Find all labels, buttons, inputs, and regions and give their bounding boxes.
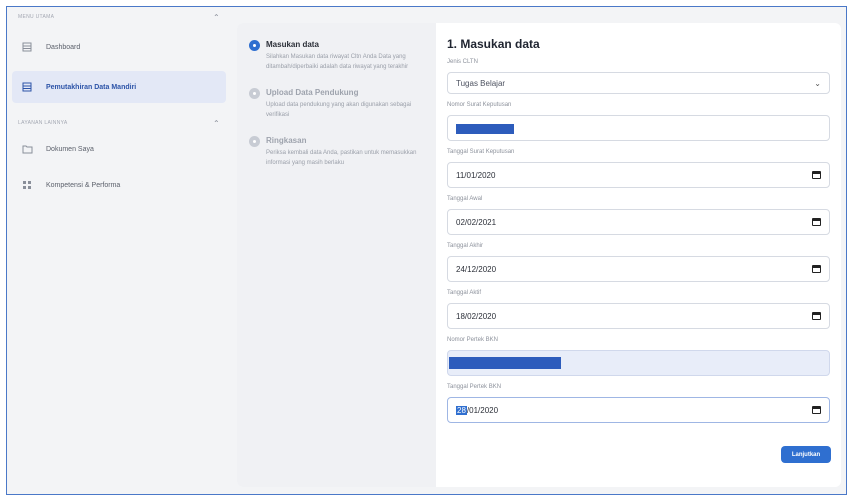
tanggal-akhir-input[interactable]: 24/12/2020	[447, 256, 830, 282]
nomor-pertek-label: Nomor Pertek BKN	[447, 337, 499, 343]
lanjutkan-button[interactable]: Lanjutkan	[781, 446, 831, 463]
tanggal-pertek-input[interactable]: 28 /01/2020	[447, 397, 830, 423]
step-masukan-data[interactable]: Masukan data Silahkan Masukan data riway…	[249, 40, 424, 72]
sidebar-section-other[interactable]: LAYANAN LAINNYA ⌃	[12, 117, 228, 129]
section-label: LAYANAN LAINNYA	[18, 120, 68, 126]
step-description: Silahkan Masukan data riwayat Cltn Anda …	[266, 54, 409, 70]
step-description: Upload data pendukung yang akan digunaka…	[266, 102, 412, 118]
step-ringkasan[interactable]: Ringkasan Periksa kembali data Anda, pas…	[249, 136, 424, 168]
tanggal-sk-value: 11/01/2020	[456, 170, 496, 180]
chevron-up-icon[interactable]: ⌃	[213, 13, 220, 22]
nomor-pertek-input[interactable]	[447, 350, 830, 376]
nomor-sk-label: Nomor Surat Keputusan	[447, 102, 512, 108]
calendar-icon[interactable]	[812, 218, 821, 226]
jenis-cltn-value: Tugas Belajar	[456, 78, 506, 88]
tanggal-aktif-value: 18/02/2020	[456, 311, 497, 321]
step-pending-icon	[249, 88, 260, 99]
tanggal-aktif-label: Tanggal Aktif	[447, 290, 482, 296]
redaction-box	[456, 124, 514, 134]
step-title: Upload Data Pendukung	[266, 88, 359, 97]
sidebar-item-label: Kompetensi & Performa	[46, 181, 121, 189]
sidebar-item-dashboard[interactable]: Dashboard	[12, 33, 228, 61]
section-label: MENU UTAMA	[18, 14, 55, 20]
tanggal-akhir-value: 24/12/2020	[456, 264, 497, 274]
step-active-icon	[249, 40, 260, 51]
sidebar-item-pemutakhiran[interactable]: Pemutakhiran Data Mandiri	[12, 71, 226, 103]
jenis-cltn-label: Jenis CLTN	[447, 59, 478, 65]
chart-icon	[20, 178, 34, 192]
tanggal-akhir-label: Tanggal Akhir	[447, 243, 484, 249]
tanggal-sk-input[interactable]: 11/01/2020	[447, 162, 830, 188]
stepper: Masukan data Silahkan Masukan data riway…	[237, 23, 436, 487]
jenis-cltn-select[interactable]: Tugas Belajar ⌄	[447, 72, 830, 94]
step-description: Periksa kembali data Anda, pastikan untu…	[266, 150, 417, 166]
tanggal-sk-label: Tanggal Surat Keputusan	[447, 149, 515, 155]
step-upload-data[interactable]: Upload Data Pendukung Upload data penduk…	[249, 88, 424, 120]
data-form: 1. Masukan data Jenis CLTN Tugas Belajar…	[447, 37, 830, 431]
tanggal-aktif-input[interactable]: 18/02/2020	[447, 303, 830, 329]
calendar-icon[interactable]	[812, 265, 821, 273]
redaction-box	[449, 357, 561, 369]
tanggal-awal-value: 02/02/2021	[456, 217, 497, 227]
tanggal-pertek-label: Tanggal Pertek BKN	[447, 384, 502, 390]
step-title: Masukan data	[266, 40, 319, 49]
dashboard-icon	[20, 40, 34, 54]
main-panel: Masukan data Silahkan Masukan data riway…	[237, 23, 841, 487]
sidebar-item-kompetensi[interactable]: Kompetensi & Performa	[12, 171, 228, 199]
step-pending-icon	[249, 136, 260, 147]
sidebar-section-main[interactable]: MENU UTAMA ⌃	[12, 11, 228, 23]
form-title: 1. Masukan data	[447, 37, 540, 51]
sidebar: MENU UTAMA ⌃ Dashboard Pemutakhiran Data…	[12, 7, 228, 487]
tanggal-awal-label: Tanggal Awal	[447, 196, 483, 202]
calendar-icon[interactable]	[812, 406, 821, 414]
sidebar-item-dokumen[interactable]: Dokumen Saya	[12, 135, 228, 163]
tanggal-pertek-rest: /01/2020	[466, 405, 499, 415]
sidebar-item-label: Dokumen Saya	[46, 145, 94, 153]
tanggal-pertek-day-selected: 28	[456, 405, 467, 415]
chevron-down-icon: ⌄	[814, 78, 821, 88]
chevron-up-icon[interactable]: ⌃	[213, 119, 220, 128]
calendar-icon[interactable]	[812, 171, 821, 179]
calendar-icon[interactable]	[812, 312, 821, 320]
sidebar-item-label: Pemutakhiran Data Mandiri	[46, 83, 137, 91]
document-icon	[20, 80, 34, 94]
step-title: Ringkasan	[266, 136, 307, 145]
tanggal-awal-input[interactable]: 02/02/2021	[447, 209, 830, 235]
nomor-sk-input[interactable]	[447, 115, 830, 141]
sidebar-item-label: Dashboard	[46, 43, 81, 51]
folder-icon	[20, 142, 34, 156]
